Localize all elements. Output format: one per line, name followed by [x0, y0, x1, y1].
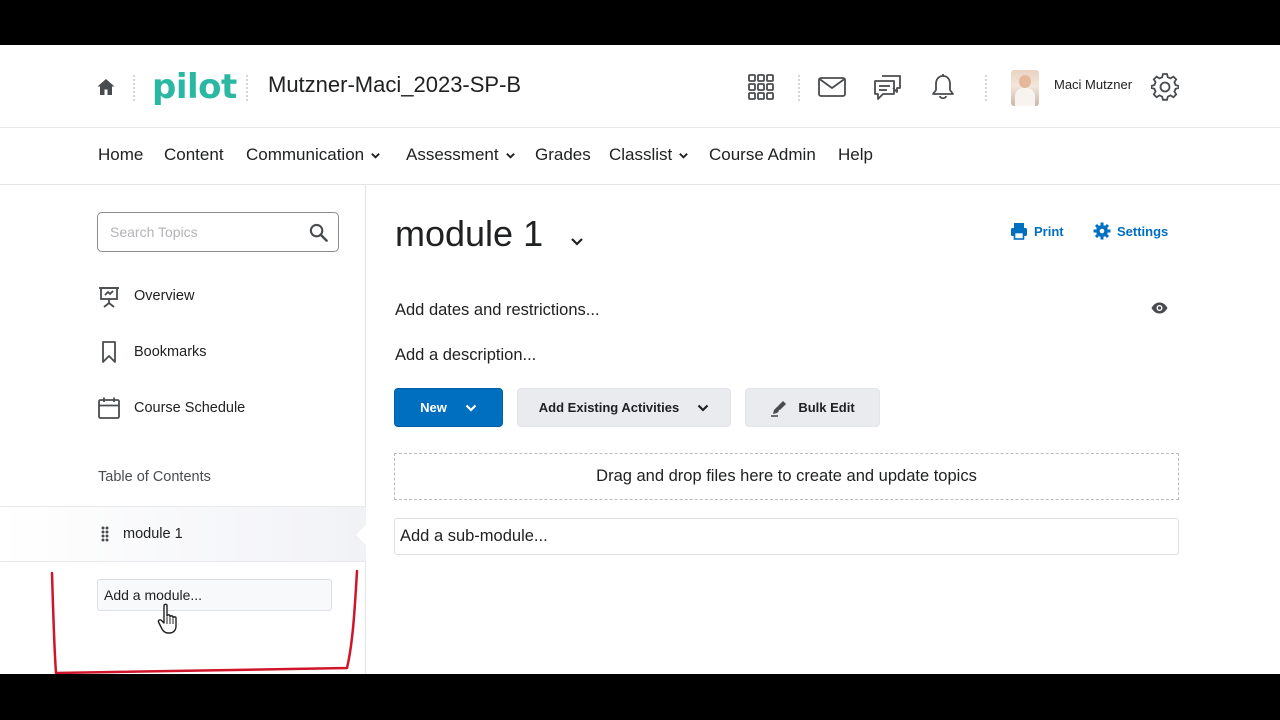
nav-label: Assessment	[406, 145, 499, 164]
nav-label: Classlist	[609, 145, 673, 164]
separator	[798, 75, 800, 101]
drag-handle-icon[interactable]	[101, 526, 109, 542]
new-button[interactable]: New	[394, 388, 503, 427]
user-name[interactable]: Maci Mutzner	[1054, 77, 1132, 92]
printer-icon	[1011, 223, 1027, 240]
print-label: Print	[1034, 223, 1064, 239]
nav-classlist[interactable]: Classlist	[609, 145, 689, 165]
nav-course-admin[interactable]: Course Admin	[709, 145, 816, 165]
nav-home[interactable]: Home	[98, 145, 143, 165]
toc-item-label: module 1	[123, 526, 183, 542]
table-of-contents-heading: Table of Contents	[98, 469, 211, 485]
mail-icon[interactable]	[817, 72, 847, 102]
add-description-link[interactable]: Add a description...	[395, 346, 536, 365]
course-navbar: Home Content Communication Assessment Gr…	[0, 129, 1280, 185]
add-submodule-field[interactable]: Add a sub-module...	[394, 518, 1179, 555]
chevron-down-icon	[465, 404, 477, 412]
sidebar-item-label: Course Schedule	[134, 400, 246, 416]
nav-assessment[interactable]: Assessment	[406, 145, 516, 165]
settings-button[interactable]: Settings	[1093, 222, 1168, 240]
letterbox-top	[0, 0, 1280, 45]
chevron-down-icon	[371, 152, 380, 159]
sidebar-item-course-schedule[interactable]: Course Schedule	[97, 396, 245, 420]
bookmark-icon	[97, 340, 121, 364]
add-dates-link[interactable]: Add dates and restrictions...	[395, 301, 600, 320]
nav-communication[interactable]: Communication	[246, 145, 381, 165]
app-window: pilot Mutzner-Maci_2023-SP-B Maci Mutzne…	[0, 45, 1280, 674]
annotation-highlight	[50, 569, 359, 674]
new-button-label: New	[420, 400, 447, 415]
eye-icon[interactable]	[1151, 302, 1168, 314]
nav-help[interactable]: Help	[838, 145, 873, 165]
gear-icon[interactable]	[1150, 72, 1180, 102]
file-dropzone[interactable]: Drag and drop files here to create and u…	[394, 453, 1179, 500]
print-button[interactable]: Print	[1010, 222, 1064, 240]
chat-icon[interactable]	[873, 72, 903, 102]
logo[interactable]: pilot	[152, 67, 237, 107]
calendar-icon	[97, 396, 121, 420]
separator	[133, 75, 135, 101]
search-input[interactable]	[110, 222, 300, 242]
nav-label: Grades	[535, 145, 591, 164]
dropzone-text: Drag and drop files here to create and u…	[596, 467, 977, 485]
separator	[985, 75, 987, 101]
nav-label: Content	[164, 145, 224, 164]
toc-item-module-1[interactable]: module 1	[0, 506, 367, 562]
pencil-icon	[771, 400, 787, 417]
waffle-grid-icon[interactable]	[746, 72, 776, 102]
search-icon[interactable]	[309, 223, 328, 242]
nav-label: Home	[98, 145, 144, 164]
add-existing-activities-button[interactable]: Add Existing Activities	[517, 388, 731, 427]
bulk-edit-button[interactable]: Bulk Edit	[745, 388, 880, 427]
chevron-down-icon[interactable]	[570, 237, 584, 247]
selection-notch	[356, 524, 367, 546]
search-topics-box[interactable]	[97, 212, 339, 252]
letterbox-bottom	[0, 674, 1280, 720]
module-title[interactable]: module 1	[395, 213, 543, 255]
nav-grades[interactable]: Grades	[535, 145, 591, 165]
bell-icon[interactable]	[928, 72, 958, 102]
nav-label: Communication	[246, 145, 365, 164]
course-title[interactable]: Mutzner-Maci_2023-SP-B	[268, 72, 521, 98]
avatar[interactable]	[1011, 70, 1039, 106]
sidebar-item-bookmarks[interactable]: Bookmarks	[97, 340, 207, 364]
gear-icon	[1093, 222, 1111, 240]
nav-content[interactable]: Content	[164, 145, 224, 165]
module-content-area: module 1 Print Settings Add dates and re…	[367, 185, 1280, 674]
chevron-down-icon	[697, 404, 709, 412]
nav-label: Help	[838, 145, 873, 164]
add-existing-label: Add Existing Activities	[538, 400, 680, 415]
home-icon[interactable]	[96, 77, 116, 97]
header: pilot Mutzner-Maci_2023-SP-B Maci Mutzne…	[0, 45, 1280, 128]
settings-label: Settings	[1117, 223, 1169, 239]
add-submodule-label: Add a sub-module...	[400, 527, 548, 545]
sidebar-item-label: Overview	[134, 288, 195, 304]
separator	[246, 75, 248, 101]
content-sidebar: Overview Bookmarks Course Schedule Table…	[0, 185, 367, 674]
chevron-down-icon	[505, 152, 515, 159]
chevron-down-icon	[679, 152, 689, 159]
sidebar-item-overview[interactable]: Overview	[97, 284, 194, 308]
sidebar-item-label: Bookmarks	[134, 344, 207, 360]
bulk-edit-label: Bulk Edit	[798, 400, 855, 415]
presentation-icon	[97, 284, 121, 308]
nav-label: Course Admin	[709, 145, 816, 164]
